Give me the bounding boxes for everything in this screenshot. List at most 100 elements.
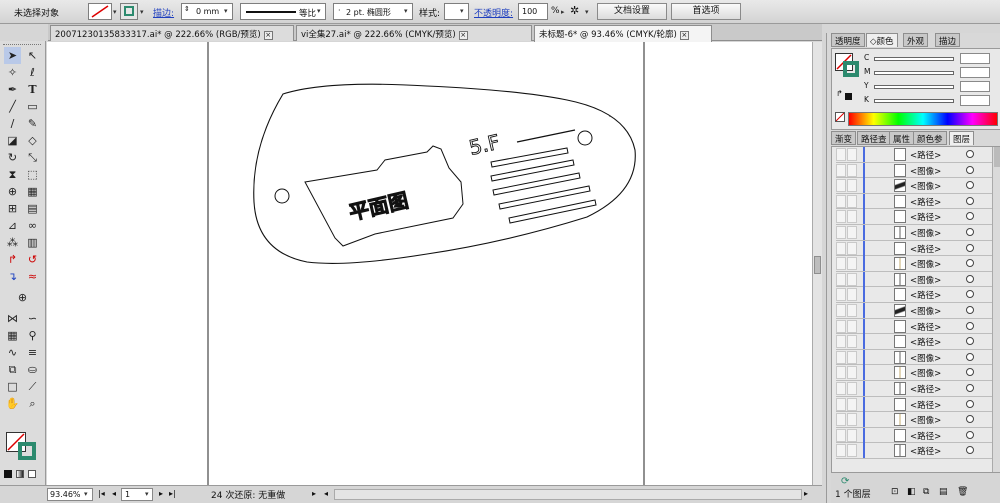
preferences-button[interactable]: 首选项 [671, 3, 741, 20]
eyedropper-tool-icon[interactable]: ⊿ [4, 217, 21, 234]
opacity-label-link[interactable]: 不透明度: [474, 6, 513, 19]
layer-row[interactable]: <路径> [836, 147, 1000, 163]
layer-row[interactable]: <路径> [836, 334, 1000, 350]
close-icon[interactable]: × [679, 31, 689, 40]
c-input[interactable] [960, 53, 990, 64]
gradient-tool-icon[interactable]: ▤ [24, 200, 41, 217]
lock-toggle[interactable] [847, 413, 857, 427]
target-circle-icon[interactable] [966, 181, 974, 190]
stroke-weight-field[interactable]: ⇕ 0 mm ▾ [181, 3, 233, 20]
visibility-toggle[interactable] [836, 304, 846, 317]
zoom-tool-icon[interactable]: ⌕ [24, 395, 41, 412]
warp-tool-icon[interactable]: ≈ [24, 268, 41, 285]
target-circle-icon[interactable] [966, 259, 974, 268]
none-mode-icon[interactable] [28, 470, 36, 478]
target-circle-icon[interactable] [966, 243, 974, 252]
layer-row[interactable]: <图像> [836, 412, 1000, 428]
perspective-grid-tool-icon[interactable]: ▦ [24, 183, 41, 200]
document-setup-button[interactable]: 文档设置 [597, 3, 667, 20]
visibility-toggle[interactable] [836, 179, 846, 193]
tab-color-guide[interactable]: 颜色参 [913, 131, 947, 145]
symbol-sprayer-tool-icon[interactable]: ⁂ [4, 234, 21, 251]
hand-knife-tool-icon[interactable]: ↴ [4, 268, 21, 285]
zoom-dropdown-icon[interactable]: ▾ [84, 490, 88, 498]
fill-stroke-swatches[interactable] [6, 432, 40, 462]
live-paint-tool-icon[interactable]: ⧉ [4, 361, 21, 378]
tab-document-1[interactable]: 20071230135833317.ai* @ 222.66% (RGB/预览)… [50, 25, 294, 41]
artboard-number-select[interactable]: 1 ▾ [121, 488, 153, 501]
canvas-horizontal-scrollbar[interactable] [334, 489, 802, 500]
lock-toggle[interactable] [847, 366, 857, 380]
layer-row[interactable]: <路径> [836, 396, 1000, 413]
target-circle-icon[interactable] [966, 337, 974, 346]
target-circle-icon[interactable] [966, 290, 974, 299]
close-icon[interactable]: × [263, 31, 273, 40]
tab-stroke[interactable]: 描边 [935, 33, 961, 47]
prev-artboard-icon[interactable]: ◂ [112, 489, 116, 498]
lock-toggle[interactable] [847, 288, 857, 302]
visibility-toggle[interactable] [836, 163, 846, 177]
lock-toggle[interactable] [847, 257, 857, 271]
layer-row[interactable]: <图像> [836, 271, 1000, 288]
visibility-toggle[interactable] [836, 366, 846, 380]
artboard-dropdown-icon[interactable]: ▾ [145, 490, 149, 498]
last-artboard-icon[interactable]: ▸| [169, 489, 176, 498]
target-circle-icon[interactable] [966, 384, 974, 392]
square-tool-icon[interactable]: □ [4, 378, 21, 395]
grid-tool-icon[interactable]: ▦ [4, 327, 21, 344]
scrollbar-thumb[interactable] [814, 256, 821, 274]
line-tool-icon[interactable]: ╱ [4, 98, 21, 115]
target-circle-icon[interactable] [966, 306, 974, 314]
lock-toggle[interactable] [847, 226, 857, 239]
target-circle-icon[interactable] [966, 165, 974, 174]
opacity-field[interactable]: 100 [518, 3, 548, 20]
new-layer-icon[interactable]: ▤ [939, 487, 948, 497]
tab-transparency[interactable]: 透明度 [831, 33, 865, 47]
rotate-tool-icon[interactable]: ↻ [4, 149, 21, 166]
lock-toggle[interactable] [847, 179, 857, 193]
mesh-tool-icon[interactable]: ⊞ [4, 200, 21, 217]
make-clipping-mask-icon[interactable]: ◧ [907, 487, 916, 497]
stroke-label-link[interactable]: 描边: [153, 6, 174, 19]
magic-wand-tool-icon[interactable]: ✧ [4, 64, 21, 81]
fill-dropdown-icon[interactable]: ▾ [113, 8, 117, 16]
direct-selection-tool-icon[interactable]: ↖ [24, 47, 41, 64]
target-circle-icon[interactable] [966, 352, 974, 361]
scale-tool-icon[interactable]: ⤡ [24, 149, 41, 166]
target-circle-icon[interactable] [966, 196, 974, 205]
tab-attributes[interactable]: 属性 [889, 131, 915, 145]
tab-layers[interactable]: 图层 [949, 131, 975, 145]
target-circle-icon[interactable] [966, 446, 974, 455]
stroke-weight-dropdown-icon[interactable]: ▾ [224, 7, 228, 15]
target-circle-icon[interactable] [966, 368, 974, 377]
layers-scrollbar-thumb[interactable] [993, 147, 1000, 167]
m-input[interactable] [960, 67, 990, 78]
lock-toggle[interactable] [847, 148, 857, 161]
tab-document-3[interactable]: 未标题-6* @ 93.46% (CMYK/轮廓) × [534, 25, 712, 42]
column-graph-tool-icon[interactable]: ▥ [24, 234, 41, 251]
visibility-toggle[interactable] [836, 397, 846, 411]
target-circle-icon[interactable] [966, 150, 974, 158]
layer-row[interactable]: <图像> [836, 162, 1000, 179]
next-artboard-icon[interactable]: ▸ [159, 489, 163, 498]
gradient-mode-icon[interactable] [16, 470, 24, 478]
layer-row[interactable]: <路径> [836, 443, 1000, 459]
wave-tool-icon[interactable]: ∿ [4, 344, 21, 361]
graphic-style-select[interactable]: ▾ [444, 3, 469, 20]
c-slider[interactable] [874, 57, 954, 61]
width-tool-icon[interactable]: ⧗ [4, 166, 21, 183]
swap-icon[interactable]: ↱ [836, 89, 843, 98]
brush-definition-select[interactable]: · 2 pt. 椭圆形 ▾ [333, 3, 413, 20]
lock-toggle[interactable] [847, 428, 857, 442]
selection-tool-icon[interactable]: ➤ [4, 47, 21, 64]
layer-row[interactable]: <路径> [836, 240, 1000, 257]
layer-row[interactable]: <图像> [836, 256, 1000, 272]
lock-toggle[interactable] [847, 444, 857, 458]
visibility-toggle[interactable] [836, 194, 846, 208]
lock-toggle[interactable] [847, 304, 857, 317]
target-circle-icon[interactable] [966, 415, 974, 424]
visibility-toggle[interactable] [836, 288, 846, 302]
color-stroke-swatch[interactable] [843, 61, 859, 77]
tab-appearance[interactable]: 外观 [903, 33, 929, 47]
lock-toggle[interactable] [847, 163, 857, 177]
